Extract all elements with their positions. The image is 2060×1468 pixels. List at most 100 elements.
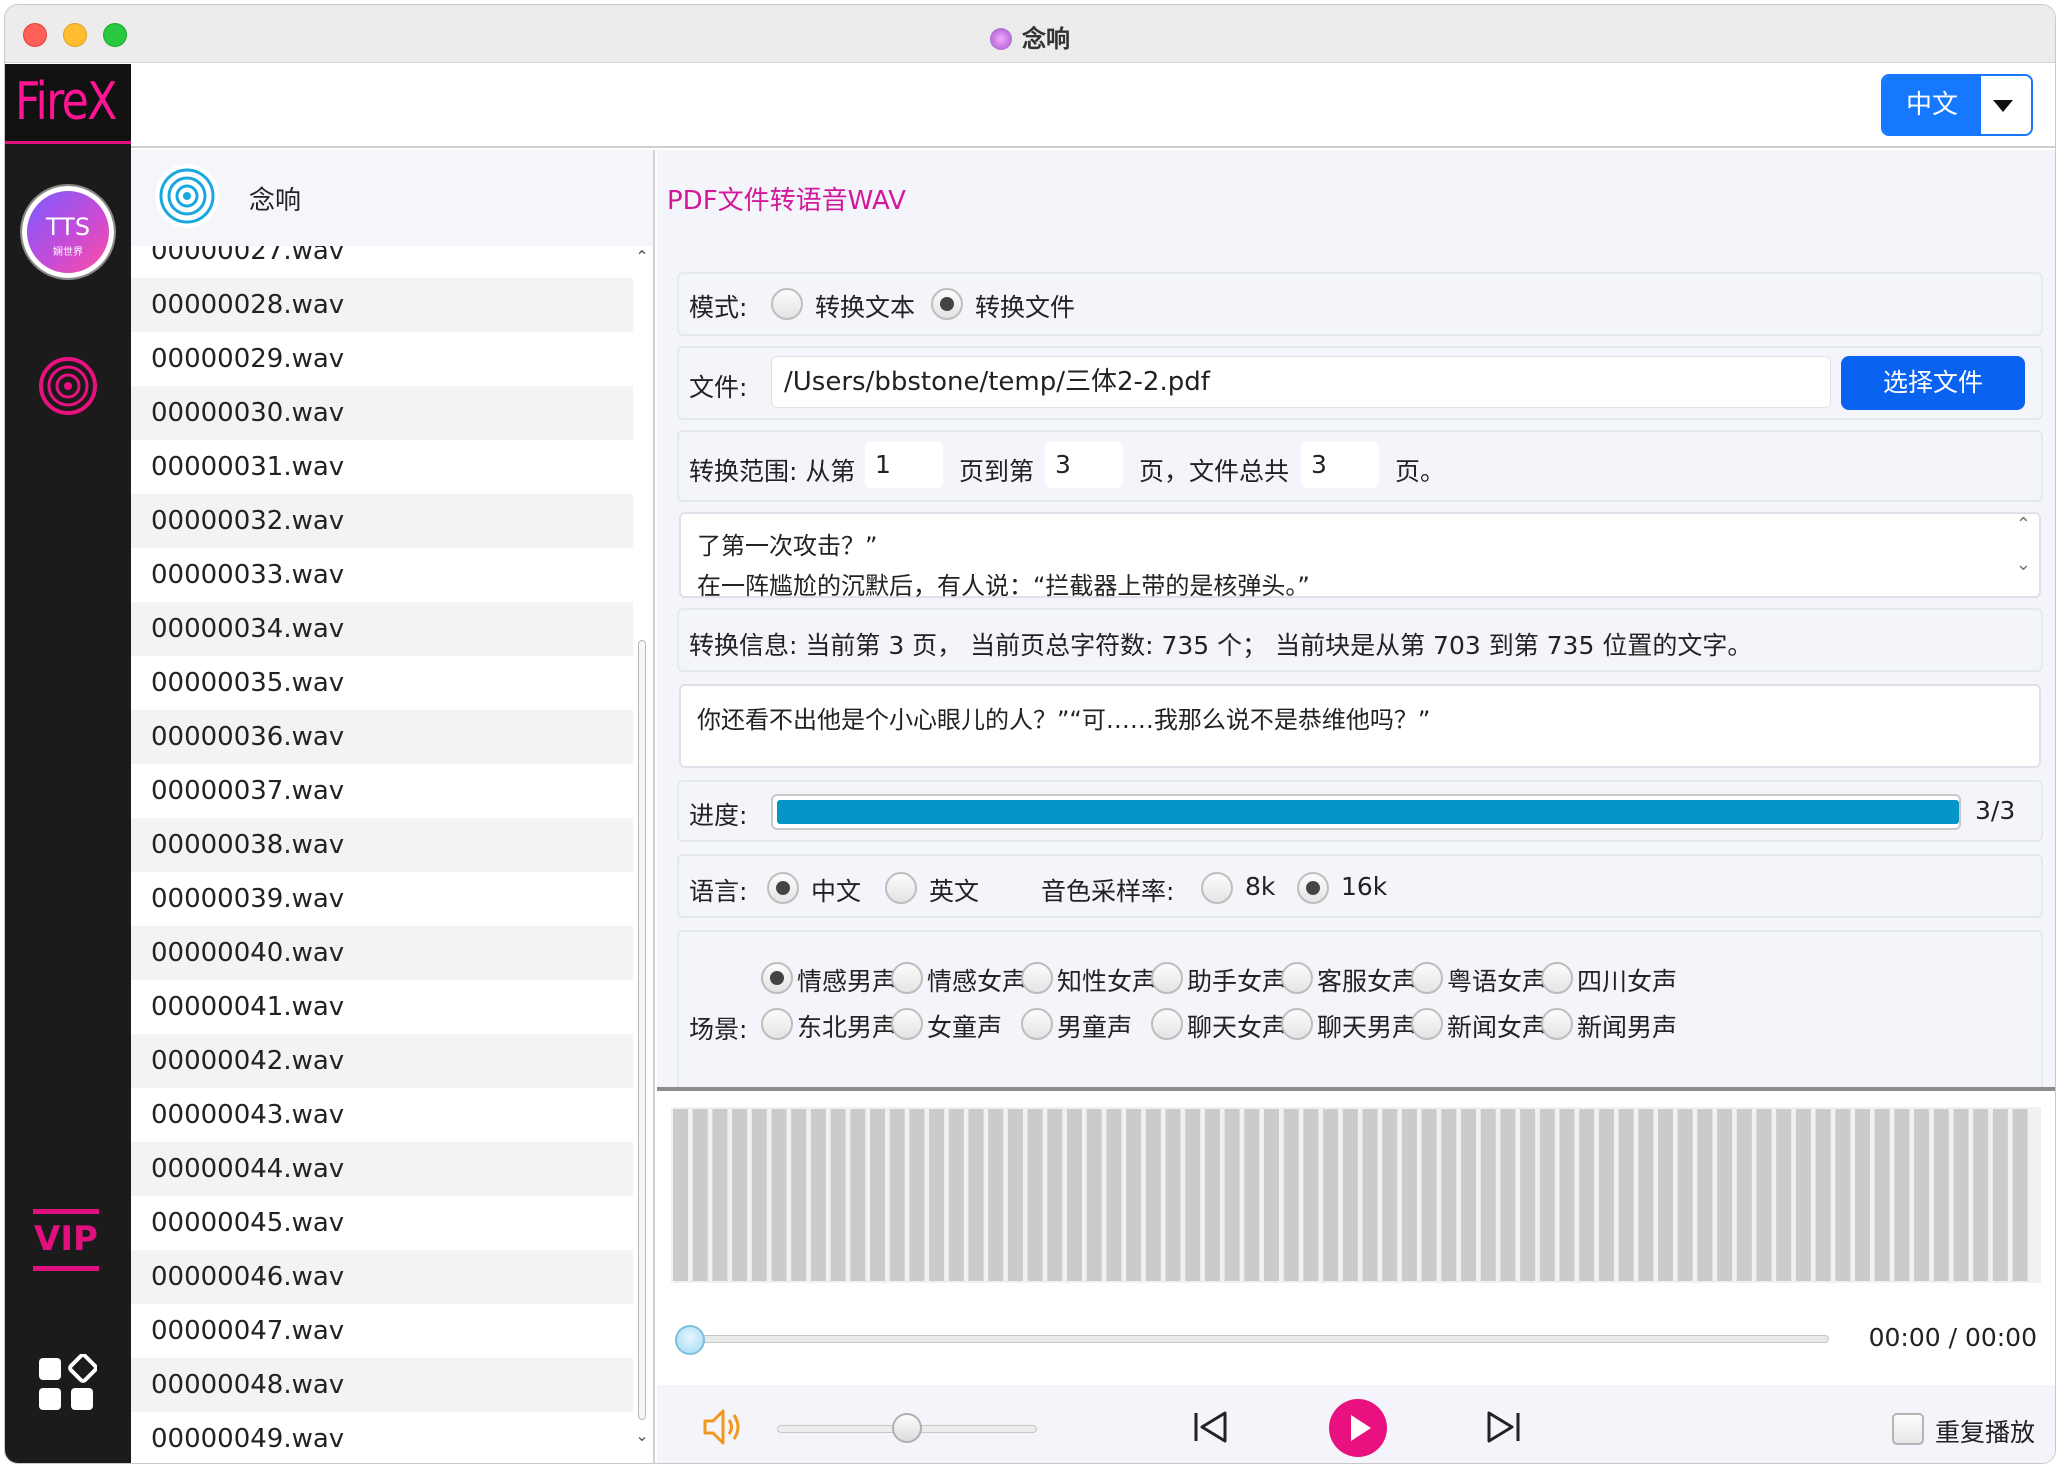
current-chunk-text: 你还看不出他是个小心眼儿的人？”“可……我那么说不是恭维他吗？” [679,684,2041,768]
waveform-bar [712,1109,728,1281]
apps-grid-icon[interactable] [37,1354,97,1414]
scene-radio[interactable] [761,962,793,994]
choose-file-button[interactable]: 选择文件 [1841,356,2025,410]
disc-icon [155,164,219,228]
seek-slider-knob[interactable] [675,1325,705,1355]
scene-option-label: 情感女声 [927,967,1028,996]
waveform-bar [1342,1109,1358,1281]
list-item[interactable]: 00000029.wav [131,332,633,386]
range-from-input[interactable]: 1 [865,442,943,488]
top-toolbar: 中文 [131,64,2055,148]
waveform-bar [968,1109,984,1281]
volume-slider-knob[interactable] [892,1413,922,1443]
mode-text-radio[interactable] [771,288,803,320]
scene-radio[interactable] [891,962,923,994]
pdf-text-preview[interactable]: 了第一次攻击？” 在一阵尴尬的沉默后，有人说：“拦截器上带的是核弹头。” ⌃ ⌄ [679,512,2041,600]
scene-radio[interactable] [1411,1008,1443,1040]
scroll-down-icon[interactable]: ⌄ [635,1428,649,1444]
waveform-bar [791,1109,807,1281]
list-item[interactable]: 00000034.wav [131,602,633,656]
list-item[interactable]: 00000037.wav [131,764,633,818]
list-item[interactable]: 00000049.wav [131,1412,633,1463]
next-track-icon[interactable] [1483,1407,1523,1447]
list-item[interactable]: 00000030.wav [131,386,633,440]
list-item[interactable]: 00000033.wav [131,548,633,602]
sample-rate-label: 音色采样率: [1041,877,1175,906]
sample-rate-16k-radio[interactable] [1297,872,1329,904]
list-item[interactable]: 00000048.wav [131,1358,633,1412]
waveform-bar [1204,1109,1220,1281]
scroll-up-icon[interactable]: ⌃ [2016,514,2031,535]
waveform-bar [1323,1109,1339,1281]
scene-radio[interactable] [1281,962,1313,994]
scene-radio[interactable] [1411,962,1443,994]
scene-radio[interactable] [1541,962,1573,994]
waveform-bar [1027,1109,1043,1281]
list-item[interactable]: 00000047.wav [131,1304,633,1358]
list-item[interactable]: 00000038.wav [131,818,633,872]
range-to-input[interactable]: 3 [1045,442,1123,488]
list-item[interactable]: 00000040.wav [131,926,633,980]
tts-nav-button[interactable]: TTS 娴世界 [22,186,114,278]
language-select[interactable]: 中文 [1881,74,2033,136]
scene-row: 场景: 情感男声 情感女声 知性女声 助手女声 客服女声 粤语女声 四川女声 东北男声 女童声… [677,930,2043,1090]
list-item[interactable]: 00000045.wav [131,1196,633,1250]
scene-radio[interactable] [1151,962,1183,994]
vip-icon[interactable]: VIP [33,1209,99,1271]
waveform-bar [1539,1109,1555,1281]
scene-radio[interactable] [1021,962,1053,994]
scrollbar-thumb[interactable] [638,640,646,1420]
prev-track-icon[interactable] [1191,1407,1231,1447]
waveform-bar [771,1109,787,1281]
scene-radio[interactable] [1281,1008,1313,1040]
repeat-checkbox[interactable] [1892,1413,1924,1445]
mode-file-radio[interactable] [931,288,963,320]
waveform-bar [1894,1109,1910,1281]
scroll-down-icon[interactable]: ⌄ [2016,554,2031,575]
dropdown-arrow-icon[interactable] [1993,100,2013,112]
scene-radio[interactable] [761,1008,793,1040]
scene-radio[interactable] [891,1008,923,1040]
list-item[interactable]: 00000044.wav [131,1142,633,1196]
sample-rate-8k-radio[interactable] [1201,872,1233,904]
language-en-radio[interactable] [885,872,917,904]
scroll-up-icon[interactable]: ⌃ [635,249,649,265]
list-item[interactable]: 00000031.wav [131,440,633,494]
list-item[interactable]: 00000043.wav [131,1088,633,1142]
waveform-bar [1106,1109,1122,1281]
preview-line-2: 在一阵尴尬的沉默后，有人说：“拦截器上带的是核弹头。” [697,572,1310,600]
list-item[interactable]: 00000035.wav [131,656,633,710]
language-zh-radio[interactable] [767,872,799,904]
language-zh-label: 中文 [811,877,862,906]
list-item[interactable]: 00000039.wav [131,872,633,926]
play-icon[interactable] [1329,1399,1387,1457]
seek-slider-track[interactable] [693,1335,1829,1343]
disc-icon[interactable] [38,356,98,416]
list-item[interactable]: 00000028.wav [131,278,633,332]
waveform-bar [1461,1109,1476,1281]
progress-count: 3/3 [1975,796,2016,825]
file-path-input[interactable]: /Users/bbstone/temp/三体2-2.pdf [771,356,1831,408]
file-list-scrollbar[interactable]: ⌃ ⌄ [635,249,649,1444]
player-controls: 重复播放 [657,1385,2055,1463]
waveform-bar [1165,1109,1181,1281]
list-item[interactable]: 00000027.wav [131,246,633,278]
waveform-bar [1007,1109,1023,1281]
waveform-bar [1835,1109,1851,1281]
list-item[interactable]: 00000046.wav [131,1250,633,1304]
list-item[interactable]: 00000041.wav [131,980,633,1034]
list-item[interactable]: 00000036.wav [131,710,633,764]
scene-radio[interactable] [1151,1008,1183,1040]
scene-radio[interactable] [1021,1008,1053,1040]
range-to-label: 页到第 [959,457,1035,486]
waveform-bars [673,1109,2028,1281]
volume-icon[interactable] [701,1405,745,1449]
waveform-panel: 00:00 / 00:00 [657,1087,2055,1425]
list-item[interactable]: 00000032.wav [131,494,633,548]
list-item[interactable]: 00000042.wav [131,1034,633,1088]
mode-text-label: 转换文本 [815,293,916,322]
file-list[interactable]: 00000027.wav 00000028.wav 00000029.wav 0000… [131,246,633,1463]
scene-radio[interactable] [1541,1008,1573,1040]
progress-row: 进度: 3/3 [677,780,2043,842]
language-select-value: 中文 [1883,76,1981,134]
